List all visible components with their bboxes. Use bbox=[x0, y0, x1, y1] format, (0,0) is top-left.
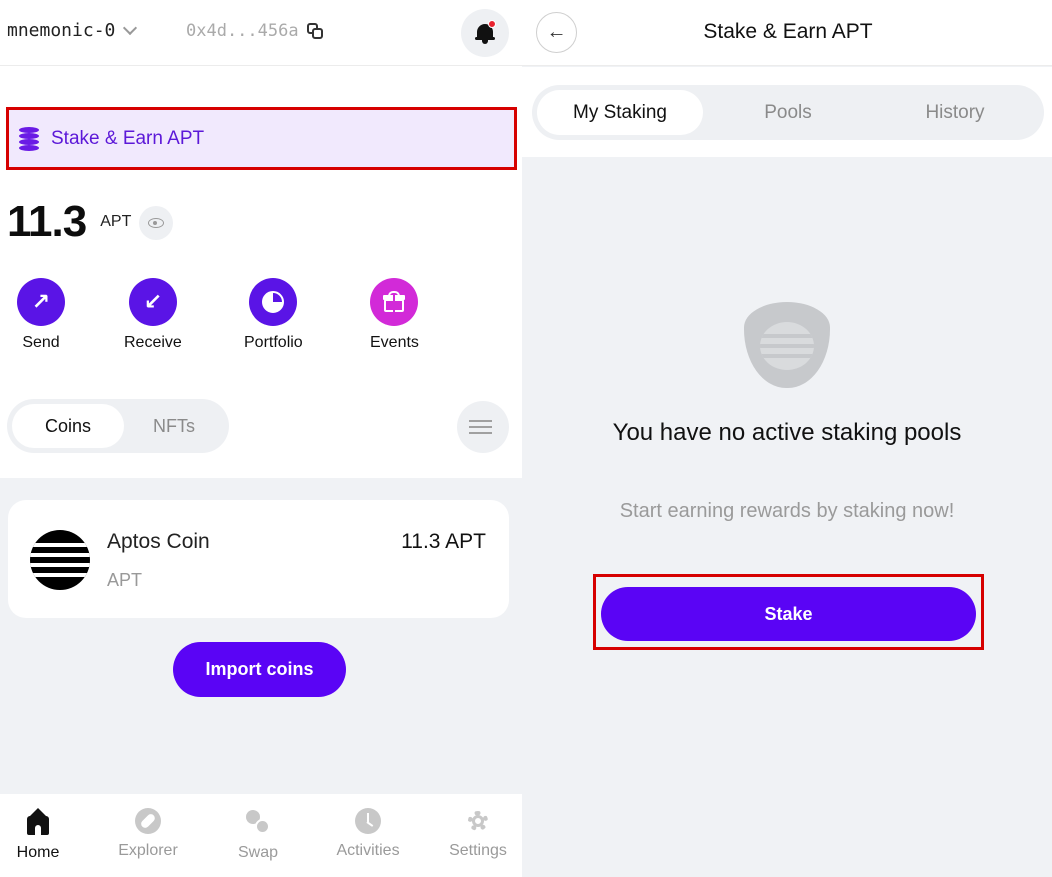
asset-type-toggle: Coins NFTs bbox=[7, 399, 229, 453]
aptos-logo-icon bbox=[30, 530, 90, 590]
receive-button[interactable]: ↙ Receive bbox=[124, 278, 182, 352]
nav-settings-label: Settings bbox=[449, 842, 507, 859]
list-icon bbox=[474, 420, 492, 422]
staking-header: ← Stake & Earn APT bbox=[522, 0, 1052, 66]
stake-earn-banner[interactable]: Stake & Earn APT bbox=[6, 107, 517, 170]
nav-swap-label: Swap bbox=[237, 844, 279, 861]
balance-amount: 11.3 bbox=[7, 197, 87, 246]
wallet-address: 0x4d...456a bbox=[186, 21, 299, 41]
import-coins-button[interactable]: Import coins bbox=[173, 642, 346, 697]
send-button[interactable]: ↗ Send bbox=[17, 278, 65, 352]
balance-display: 11.3 APT bbox=[7, 197, 174, 247]
gift-icon bbox=[370, 278, 419, 326]
tab-nfts[interactable]: NFTs bbox=[124, 404, 224, 448]
wallet-header: mnemonic-0 0x4d...456a bbox=[0, 0, 522, 66]
toggle-balance-visibility-button[interactable] bbox=[139, 206, 174, 240]
events-button[interactable]: Events bbox=[370, 278, 419, 352]
staking-tabs: My Staking Pools History bbox=[532, 85, 1044, 140]
notifications-button[interactable] bbox=[461, 9, 509, 57]
eye-icon bbox=[148, 218, 165, 228]
stake-banner-label: Stake & Earn APT bbox=[51, 127, 205, 149]
page-title: Stake & Earn APT bbox=[703, 20, 873, 43]
nav-activities[interactable]: Activities bbox=[318, 808, 418, 860]
address-copy[interactable]: 0x4d...456a bbox=[186, 21, 323, 41]
receive-label: Receive bbox=[124, 334, 182, 351]
chevron-down-icon bbox=[123, 20, 138, 36]
portfolio-button[interactable]: Portfolio bbox=[244, 278, 303, 352]
nav-activities-label: Activities bbox=[336, 842, 400, 859]
coin-amount: 11.3 APT bbox=[401, 530, 486, 553]
bottom-nav: Home Explorer Swap Activities Settings bbox=[0, 794, 522, 877]
balance-unit: APT bbox=[100, 213, 132, 230]
tab-pools[interactable]: Pools bbox=[705, 90, 871, 135]
nav-settings[interactable]: Settings bbox=[428, 808, 528, 860]
account-name: mnemonic-0 bbox=[7, 20, 116, 41]
notification-dot bbox=[488, 20, 496, 28]
coin-name: Aptos Coin bbox=[107, 530, 210, 553]
wallet-home-panel: mnemonic-0 0x4d...456a Stake & Earn APT … bbox=[0, 0, 522, 877]
swap-icon bbox=[244, 808, 272, 836]
coin-symbol: APT bbox=[107, 570, 143, 590]
events-label: Events bbox=[370, 334, 419, 351]
compass-icon bbox=[135, 808, 161, 834]
nav-swap[interactable]: Swap bbox=[208, 808, 308, 862]
tab-history[interactable]: History bbox=[872, 90, 1038, 135]
bell-icon bbox=[475, 20, 496, 44]
empty-state-title: You have no active staking pools bbox=[612, 419, 962, 446]
nav-home[interactable]: Home bbox=[0, 808, 88, 862]
tab-coins[interactable]: Coins bbox=[12, 404, 124, 448]
stake-button[interactable]: Stake bbox=[601, 587, 976, 641]
app-root: mnemonic-0 0x4d...456a Stake & Earn APT … bbox=[0, 0, 1052, 877]
tab-my-staking[interactable]: My Staking bbox=[537, 90, 703, 135]
empty-state-subtitle: Start earning rewards by staking now! bbox=[619, 500, 955, 522]
pie-chart-icon bbox=[249, 278, 298, 326]
shield-icon bbox=[744, 302, 830, 388]
copy-icon[interactable] bbox=[306, 23, 323, 39]
coins-stack-icon bbox=[19, 126, 41, 151]
account-selector[interactable]: mnemonic-0 bbox=[7, 20, 138, 41]
clock-icon bbox=[355, 808, 381, 834]
portfolio-label: Portfolio bbox=[244, 334, 303, 351]
arrow-down-left-icon: ↙ bbox=[128, 278, 177, 326]
nav-explorer[interactable]: Explorer bbox=[98, 808, 198, 860]
list-view-button[interactable] bbox=[457, 401, 509, 453]
coin-row[interactable]: Aptos Coin APT 11.3 APT bbox=[8, 500, 509, 618]
gear-icon bbox=[465, 808, 491, 834]
send-label: Send bbox=[22, 334, 60, 351]
nav-home-label: Home bbox=[16, 844, 60, 861]
staking-panel: ← Stake & Earn APT My Staking Pools Hist… bbox=[522, 0, 1052, 877]
nav-explorer-label: Explorer bbox=[118, 842, 178, 859]
home-icon bbox=[24, 808, 52, 836]
arrow-up-right-icon: ↗ bbox=[17, 278, 65, 326]
quick-actions: ↗ Send ↙ Receive Portfolio Events bbox=[0, 278, 522, 368]
